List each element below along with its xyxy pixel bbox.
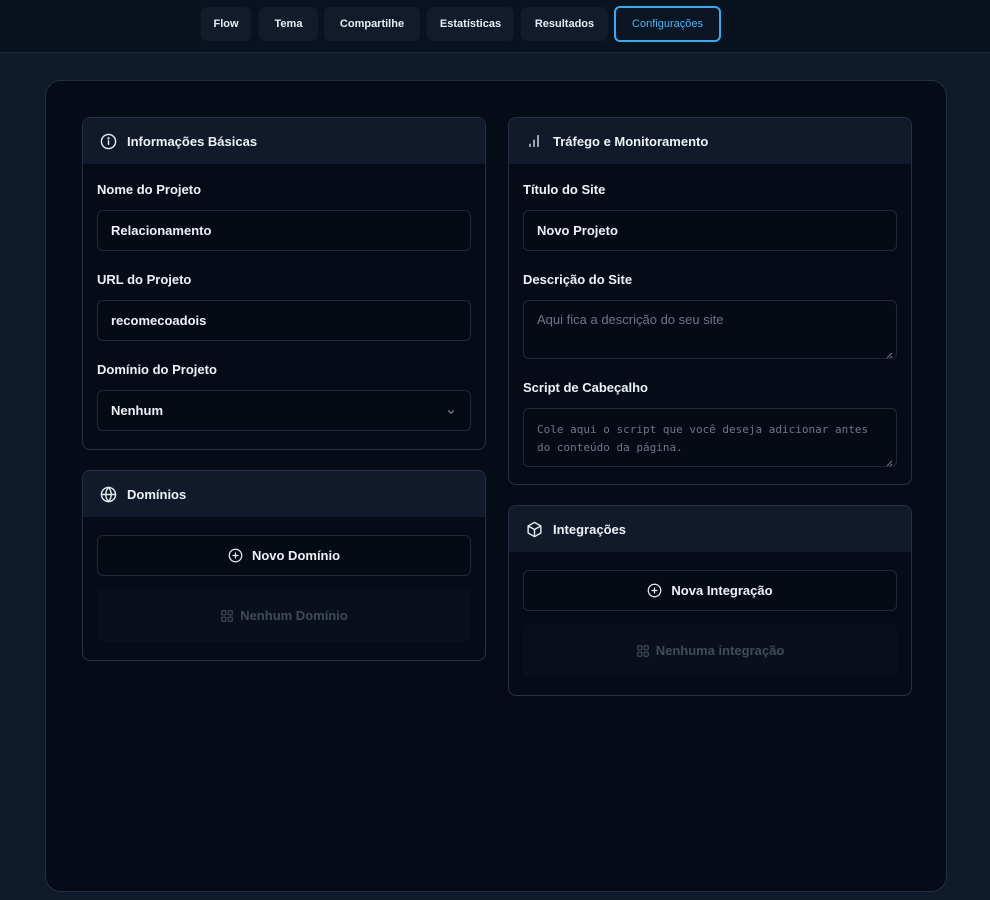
settings-card: Informações Básicas Nome do Projeto Rela… [45, 80, 947, 892]
domains-title: Domínios [127, 486, 187, 502]
header-script-label: Script de Cabeçalho [523, 380, 648, 395]
tab-tema[interactable]: Tema [259, 7, 318, 41]
project-domain-label: Domínio do Projeto [97, 362, 217, 377]
basic-info-panel: Informações Básicas Nome do Projeto Rela… [82, 117, 486, 450]
plus-circle-icon [647, 583, 662, 598]
tab-flow[interactable]: Flow [201, 7, 251, 41]
grid-icon [636, 644, 650, 658]
traffic-title: Tráfego e Monitoramento [553, 133, 709, 149]
add-integration-button[interactable]: Nova Integração [523, 570, 897, 611]
integrations-panel: Integrações Nova Integração Nenhuma inte… [508, 505, 912, 696]
site-description-label: Descrição do Site [523, 272, 633, 287]
chevron-down-icon [446, 405, 456, 420]
add-domain-button[interactable]: Novo Domínio [97, 535, 471, 576]
traffic-header: Tráfego e Monitoramento [509, 118, 911, 164]
tab-configuracoes[interactable]: Configurações [614, 6, 721, 42]
header-script-textarea[interactable]: Cole aqui o script que você deseja adici… [523, 408, 897, 467]
info-circle-icon [99, 132, 117, 150]
domains-panel: Domínios Novo Domínio Nenhum Domínio [82, 470, 486, 661]
basic-info-title: Informações Básicas [127, 133, 258, 149]
basic-info-header: Informações Básicas [83, 118, 485, 164]
add-domain-label: Novo Domínio [251, 548, 341, 563]
integrations-title: Integrações [553, 521, 626, 537]
project-name-input[interactable]: Relacionamento [97, 210, 471, 251]
project-domain-value: Nenhum [111, 403, 163, 418]
top-nav-bar: Flow Tema Compartilhe Estatísticas Resul… [0, 0, 990, 53]
site-title-label: Título do Site [523, 182, 606, 197]
project-name-label: Nome do Projeto [97, 182, 202, 197]
plus-circle-icon [228, 548, 243, 563]
integrations-header: Integrações [509, 506, 911, 552]
box-icon [525, 520, 543, 538]
grid-icon [220, 609, 234, 623]
integrations-empty-state: Nenhuma integração [523, 624, 897, 677]
tab-compartilhe[interactable]: Compartilhe [324, 7, 420, 41]
header-script-placeholder-line2: do conteúdo da página. [537, 441, 683, 454]
globe-icon [99, 485, 117, 503]
site-title-input[interactable]: Novo Projeto [523, 210, 897, 251]
project-url-label: URL do Projeto [97, 272, 192, 287]
tab-resultados[interactable]: Resultados [521, 7, 608, 41]
integrations-empty-label: Nenhuma integração [655, 643, 785, 658]
resize-grip-icon[interactable] [885, 347, 893, 359]
bar-chart-icon [525, 132, 543, 150]
add-integration-label: Nova Integração [671, 583, 773, 598]
site-description-textarea[interactable]: Aqui fica a descrição do seu site [523, 300, 897, 359]
site-description-placeholder: Aqui fica a descrição do seu site [537, 312, 724, 327]
traffic-panel: Tráfego e Monitoramento Título do Site N… [508, 117, 912, 485]
project-domain-select[interactable]: Nenhum [97, 390, 471, 431]
domains-header: Domínios [83, 471, 485, 517]
domains-empty-label: Nenhum Domínio [240, 608, 348, 623]
tab-estatisticas[interactable]: Estatísticas [427, 7, 514, 41]
domains-empty-state: Nenhum Domínio [97, 589, 471, 642]
resize-grip-icon[interactable] [885, 455, 893, 467]
project-url-input[interactable]: recomecoadois [97, 300, 471, 341]
header-script-placeholder-line1: Cole aqui o script que você deseja adici… [537, 423, 869, 436]
